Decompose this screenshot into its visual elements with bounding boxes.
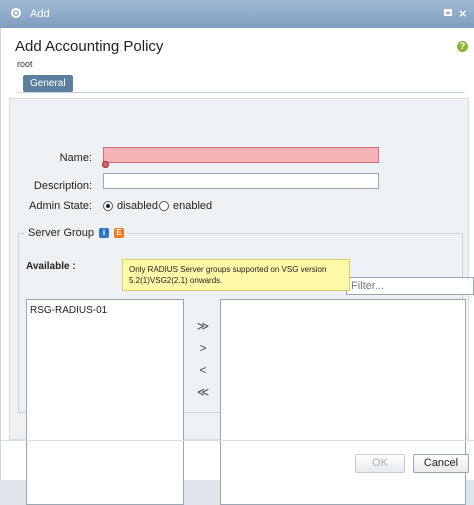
radio-label: enabled <box>173 200 213 212</box>
orange-info-icon[interactable]: E <box>114 228 125 238</box>
name-label: Name: <box>59 152 92 164</box>
info-icon[interactable]: i <box>99 228 110 238</box>
tooltip: Only RADIUS Server groups supported on V… <box>122 259 350 291</box>
cancel-button[interactable]: Cancel <box>413 454 469 473</box>
breadcrumb: root <box>17 59 33 69</box>
available-label: Available : <box>26 261 76 272</box>
available-list[interactable]: RSG-RADIUS-01 <box>26 299 184 505</box>
footer-divider <box>1 440 474 441</box>
server-group-title: Server Group i E <box>24 227 129 239</box>
window-titlebar: Add × <box>0 0 474 28</box>
move-all-right-button[interactable]: ≫ <box>196 319 210 333</box>
gear-icon <box>10 7 22 22</box>
admin-state-enabled-radio[interactable]: enabled <box>159 200 212 212</box>
selected-list[interactable] <box>220 299 466 505</box>
radio-unselected-icon[interactable] <box>159 201 169 211</box>
server-group-label: Server Group <box>28 227 95 239</box>
description-input[interactable] <box>103 173 379 189</box>
maximize-icon[interactable] <box>444 9 452 16</box>
page-title: Add Accounting Policy <box>15 38 164 55</box>
tab-divider <box>17 92 465 93</box>
filter-input[interactable] <box>346 277 474 295</box>
close-icon[interactable]: × <box>459 6 467 21</box>
move-all-left-button[interactable]: ≪ <box>196 385 210 399</box>
name-input[interactable] <box>103 147 379 163</box>
window-title: Add <box>30 8 50 20</box>
list-item[interactable]: RSG-RADIUS-01 <box>27 300 183 321</box>
dialog-body: Add Accounting Policy root ? General Nam… <box>0 28 474 505</box>
move-left-button[interactable]: < <box>196 363 210 377</box>
error-indicator-icon <box>102 161 109 168</box>
tab-general[interactable]: General <box>23 75 73 92</box>
move-right-button[interactable]: > <box>196 341 210 355</box>
admin-state-disabled-radio[interactable]: disabled <box>103 200 158 212</box>
help-icon[interactable]: ? <box>457 41 468 52</box>
radio-label: disabled <box>117 200 158 212</box>
general-panel: Name: Description: Admin State: disabled… <box>9 98 474 505</box>
transfer-buttons: ≫ > < ≪ <box>196 319 210 399</box>
admin-state-label: Admin State: <box>29 200 92 212</box>
radio-selected-icon[interactable] <box>103 201 113 211</box>
ok-button[interactable]: OK <box>355 454 405 473</box>
description-label: Description: <box>33 180 92 192</box>
